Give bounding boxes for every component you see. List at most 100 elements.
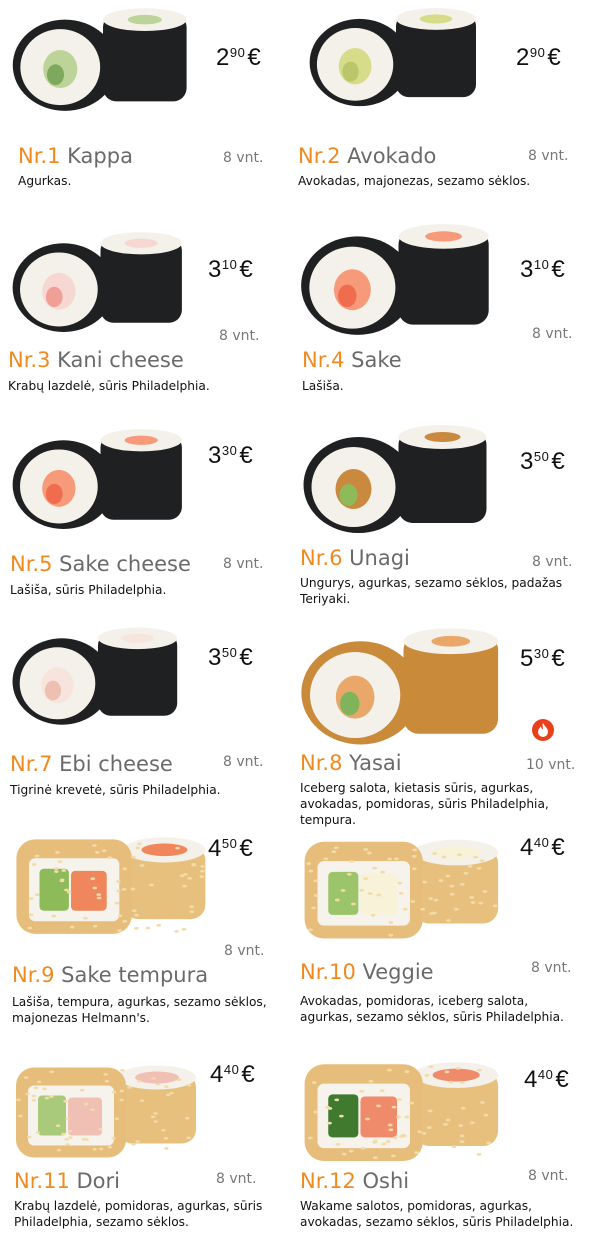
piece-count: 8 vnt. <box>219 328 259 344</box>
sushi-roll-image <box>8 1048 208 1177</box>
price-decimal: 10 <box>222 257 237 272</box>
item-title: Nr.4 Sake <box>302 348 402 372</box>
sushi-roll-image <box>8 822 218 951</box>
price-integer: 3 <box>520 448 534 475</box>
sushi-roll-image <box>8 228 193 342</box>
price-integer: 3 <box>208 644 222 671</box>
item-title: Nr.12 Oshi <box>300 1169 409 1193</box>
item-title: Nr.6 Unagi <box>300 546 410 570</box>
item-title: Nr.2 Avokado <box>298 144 436 168</box>
price-integer: 5 <box>520 645 534 672</box>
item-name: Sake <box>351 348 402 372</box>
sushi-roll-image <box>296 425 501 539</box>
price-integer: 3 <box>208 442 222 469</box>
price-decimal: 40 <box>538 1067 553 1082</box>
item-description: Agurkas. <box>18 173 293 189</box>
item-description: Avokadas, pomidoras, iceberg salota, agu… <box>300 993 575 1025</box>
price: 350€ <box>520 448 565 476</box>
price-decimal: 50 <box>222 836 237 851</box>
price-currency: € <box>551 645 565 672</box>
item-title: Nr.5 Sake cheese <box>10 552 191 576</box>
item-name: Veggie <box>363 960 434 984</box>
item-number: Nr.5 <box>10 552 52 576</box>
sushi-roll-image <box>8 622 188 736</box>
item-name: Avokado <box>347 144 436 168</box>
price-currency: € <box>247 44 261 71</box>
item-description: Lašiša, tempura, agurkas, sezamo sėklos,… <box>12 994 287 1026</box>
item-title: Nr.3 Kani cheese <box>8 348 184 372</box>
price-integer: 2 <box>216 44 230 71</box>
item-name: Kappa <box>67 144 133 168</box>
sushi-roll-image <box>296 218 501 347</box>
item-number: Nr.9 <box>12 963 54 987</box>
price: 310€ <box>520 256 565 284</box>
item-title: Nr.1 Kappa <box>18 144 133 168</box>
price-integer: 3 <box>208 256 222 283</box>
item-number: Nr.8 <box>300 751 342 775</box>
price-currency: € <box>239 835 253 862</box>
price: 330€ <box>208 442 253 470</box>
piece-count: 8 vnt. <box>223 150 263 166</box>
item-name: Unagi <box>349 546 410 570</box>
price: 290€ <box>216 44 261 72</box>
sushi-roll-image <box>8 425 193 539</box>
price-integer: 2 <box>516 44 530 71</box>
item-number: Nr.4 <box>302 348 344 372</box>
item-number: Nr.2 <box>298 144 340 168</box>
price: 530€ <box>520 645 565 673</box>
item-description: Ungurys, agurkas, sezamo sėklos, padažas… <box>300 575 575 607</box>
price-integer: 4 <box>210 1061 224 1088</box>
piece-count: 8 vnt. <box>528 1168 568 1184</box>
price-decimal: 50 <box>534 449 549 464</box>
item-number: Nr.6 <box>300 546 342 570</box>
flame-icon <box>532 719 554 741</box>
price-integer: 4 <box>208 835 222 862</box>
item-name: Kani cheese <box>57 348 184 372</box>
piece-count: 8 vnt. <box>531 960 571 976</box>
sushi-roll-image <box>296 625 511 754</box>
item-number: Nr.11 <box>14 1169 70 1193</box>
price-decimal: 40 <box>534 835 549 850</box>
price-integer: 4 <box>524 1066 538 1093</box>
item-name: Sake tempura <box>61 963 208 987</box>
item-description: Lašiša, sūris Philadelphia. <box>10 582 285 598</box>
price-decimal: 30 <box>534 646 549 661</box>
price-currency: € <box>551 256 565 283</box>
price-decimal: 90 <box>530 45 545 60</box>
item-description: Lašiša. <box>302 378 577 394</box>
item-name: Sake cheese <box>59 552 191 576</box>
price-currency: € <box>239 644 253 671</box>
price: 440€ <box>210 1061 255 1089</box>
price: 440€ <box>520 834 565 862</box>
item-description: Iceberg salota, kietasis sūris, agurkas,… <box>300 780 575 828</box>
price: 450€ <box>208 835 253 863</box>
piece-count: 8 vnt. <box>532 326 572 342</box>
item-title: Nr.7 Ebi cheese <box>10 752 173 776</box>
item-number: Nr.7 <box>10 752 52 776</box>
price: 350€ <box>208 644 253 672</box>
price-currency: € <box>239 442 253 469</box>
item-name: Dori <box>77 1169 121 1193</box>
piece-count: 8 vnt. <box>223 556 263 572</box>
item-name: Oshi <box>363 1169 410 1193</box>
item-title: Nr.8 Yasai <box>300 751 402 775</box>
price-decimal: 50 <box>222 645 237 660</box>
price-currency: € <box>241 1061 255 1088</box>
price-currency: € <box>239 256 253 283</box>
item-title: Nr.11 Dori <box>14 1169 120 1193</box>
item-description: Wakame salotos, pomidoras, agurkas, avok… <box>300 1198 575 1230</box>
item-number: Nr.12 <box>300 1169 356 1193</box>
piece-count: 8 vnt. <box>532 554 572 570</box>
price-integer: 3 <box>520 256 534 283</box>
item-description: Krabų lazdelė, pomidoras, agurkas, sūris… <box>14 1198 289 1230</box>
price: 290€ <box>516 44 561 72</box>
price-currency: € <box>551 834 565 861</box>
price: 310€ <box>208 256 253 284</box>
price-decimal: 40 <box>224 1062 239 1077</box>
item-name: Ebi cheese <box>59 752 173 776</box>
price-decimal: 30 <box>222 443 237 458</box>
sushi-roll-image <box>296 8 496 112</box>
sushi-roll-image <box>296 1048 511 1177</box>
piece-count: 10 vnt. <box>526 757 575 773</box>
item-number: Nr.10 <box>300 960 356 984</box>
